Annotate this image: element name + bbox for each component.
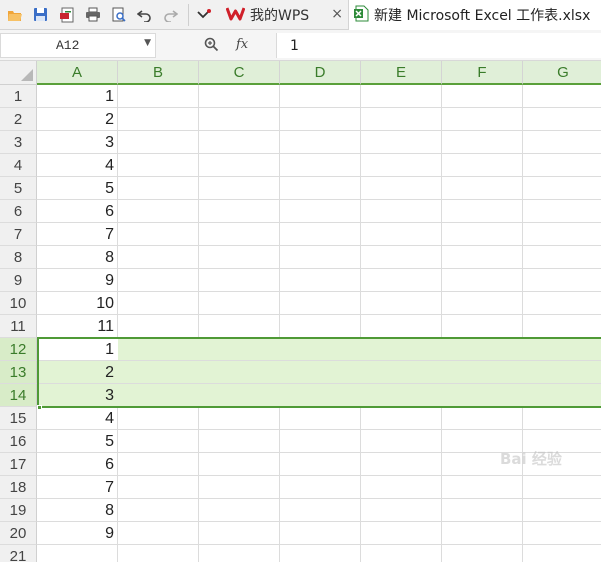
redo-icon[interactable] (162, 6, 179, 23)
cell-a10[interactable]: 10 (37, 292, 117, 315)
table-row (37, 177, 601, 200)
row-header[interactable]: 9 (0, 269, 37, 292)
cell-a5[interactable]: 5 (37, 177, 117, 200)
row-header[interactable]: 14 (0, 384, 37, 407)
print-preview-icon[interactable] (110, 6, 127, 23)
cell-a6[interactable]: 6 (37, 200, 117, 223)
cell-a17[interactable]: 6 (37, 453, 117, 476)
row-header[interactable]: 7 (0, 223, 37, 246)
row-header[interactable]: 2 (0, 108, 37, 131)
cell-a12[interactable]: 1 (37, 338, 117, 361)
column-header-c[interactable]: C (199, 61, 280, 85)
table-row (37, 338, 601, 361)
row-header[interactable]: 6 (0, 200, 37, 223)
table-row (37, 131, 601, 154)
row-header[interactable]: 10 (0, 292, 37, 315)
row-header[interactable]: 8 (0, 246, 37, 269)
table-row (37, 522, 601, 545)
table-row (37, 407, 601, 430)
tab-my-wps[interactable]: 我的WPS × (219, 0, 347, 30)
row-header[interactable]: 4 (0, 154, 37, 177)
cell-a19[interactable]: 8 (37, 499, 117, 522)
column-header-e[interactable]: E (361, 61, 442, 85)
cell-a18[interactable]: 7 (37, 476, 117, 499)
cell-a16[interactable]: 5 (37, 430, 117, 453)
select-all-corner[interactable] (0, 61, 37, 85)
cell-a7[interactable]: 7 (37, 223, 117, 246)
row-header[interactable]: 18 (0, 476, 37, 499)
formula-value: 1 (290, 38, 299, 54)
name-box[interactable]: A12 ▼ (0, 33, 156, 58)
row-header[interactable]: 17 (0, 453, 37, 476)
column-header-d[interactable]: D (280, 61, 361, 85)
row-header[interactable]: 13 (0, 361, 37, 384)
title-toolbar: 我的WPS × 新建 Microsoft Excel 工作表.xlsx (0, 0, 601, 30)
open-folder-icon[interactable] (6, 6, 23, 23)
spreadsheet-grid[interactable]: ABCDEFG 1 2 3 4 5 6 7 8 9 10 11 12 13 14 15 16 17 18 19 20 2… (0, 61, 601, 562)
tab-excel-file[interactable]: 新建 Microsoft Excel 工作表.xlsx (348, 0, 601, 30)
table-row (37, 85, 601, 108)
zoom-icon[interactable] (204, 37, 219, 56)
watermark-logo: Bai 经验 (500, 450, 562, 468)
cell-a9[interactable]: 9 (37, 269, 117, 292)
row-header[interactable]: 15 (0, 407, 37, 430)
cell-a3[interactable]: 3 (37, 131, 117, 154)
column-header-f[interactable]: F (442, 61, 523, 85)
cell-a15[interactable]: 4 (37, 407, 117, 430)
save-icon[interactable] (32, 6, 49, 23)
table-row (37, 545, 601, 562)
table-row (37, 384, 601, 407)
tab-label: 新建 Microsoft Excel 工作表.xlsx (374, 8, 591, 24)
table-row (37, 223, 601, 246)
table-row (37, 499, 601, 522)
row-header[interactable]: 5 (0, 177, 37, 200)
customize-dropdown-icon[interactable] (195, 6, 212, 23)
export-pdf-icon[interactable] (58, 6, 75, 23)
table-row (37, 200, 601, 223)
row-header[interactable]: 3 (0, 131, 37, 154)
table-row (37, 361, 601, 384)
table-row (37, 246, 601, 269)
tab-label: 我的WPS (250, 8, 310, 24)
column-header-g[interactable]: G (523, 61, 601, 85)
cell-a4[interactable]: 4 (37, 154, 117, 177)
cell-a2[interactable]: 2 (37, 108, 117, 131)
row-header[interactable]: 21 (0, 545, 37, 562)
chevron-down-icon[interactable]: ▼ (144, 38, 151, 48)
print-icon[interactable] (84, 6, 101, 23)
excel-file-icon (354, 5, 369, 26)
table-row (37, 154, 601, 177)
undo-icon[interactable] (136, 6, 153, 23)
table-row (37, 269, 601, 292)
row-header[interactable]: 12 (0, 338, 37, 361)
cell-a11[interactable]: 11 (37, 315, 117, 338)
formula-input[interactable]: 1 (276, 33, 601, 58)
row-header[interactable]: 20 (0, 522, 37, 545)
row-header[interactable]: 1 (0, 85, 37, 108)
column-header-b[interactable]: B (118, 61, 199, 85)
column-header-a[interactable]: A (37, 61, 118, 85)
cell-a21[interactable] (37, 545, 117, 562)
row-header[interactable]: 16 (0, 430, 37, 453)
row-header[interactable]: 11 (0, 315, 37, 338)
table-row (37, 476, 601, 499)
formula-bar: A12 ▼ fx 1 (0, 30, 601, 61)
toolbar-divider (188, 4, 189, 26)
wps-logo-icon (225, 6, 246, 25)
cell-a8[interactable]: 8 (37, 246, 117, 269)
table-row (37, 292, 601, 315)
cell-a1[interactable]: 1 (37, 85, 117, 108)
cell-a14[interactable]: 3 (37, 384, 117, 407)
table-row (37, 315, 601, 338)
name-box-value: A12 (56, 38, 80, 53)
close-icon[interactable]: × (331, 6, 343, 22)
cell-a20[interactable]: 9 (37, 522, 117, 545)
cell-a13[interactable]: 2 (37, 361, 117, 384)
table-row (37, 108, 601, 131)
fx-icon[interactable]: fx (236, 37, 248, 52)
row-header[interactable]: 19 (0, 499, 37, 522)
